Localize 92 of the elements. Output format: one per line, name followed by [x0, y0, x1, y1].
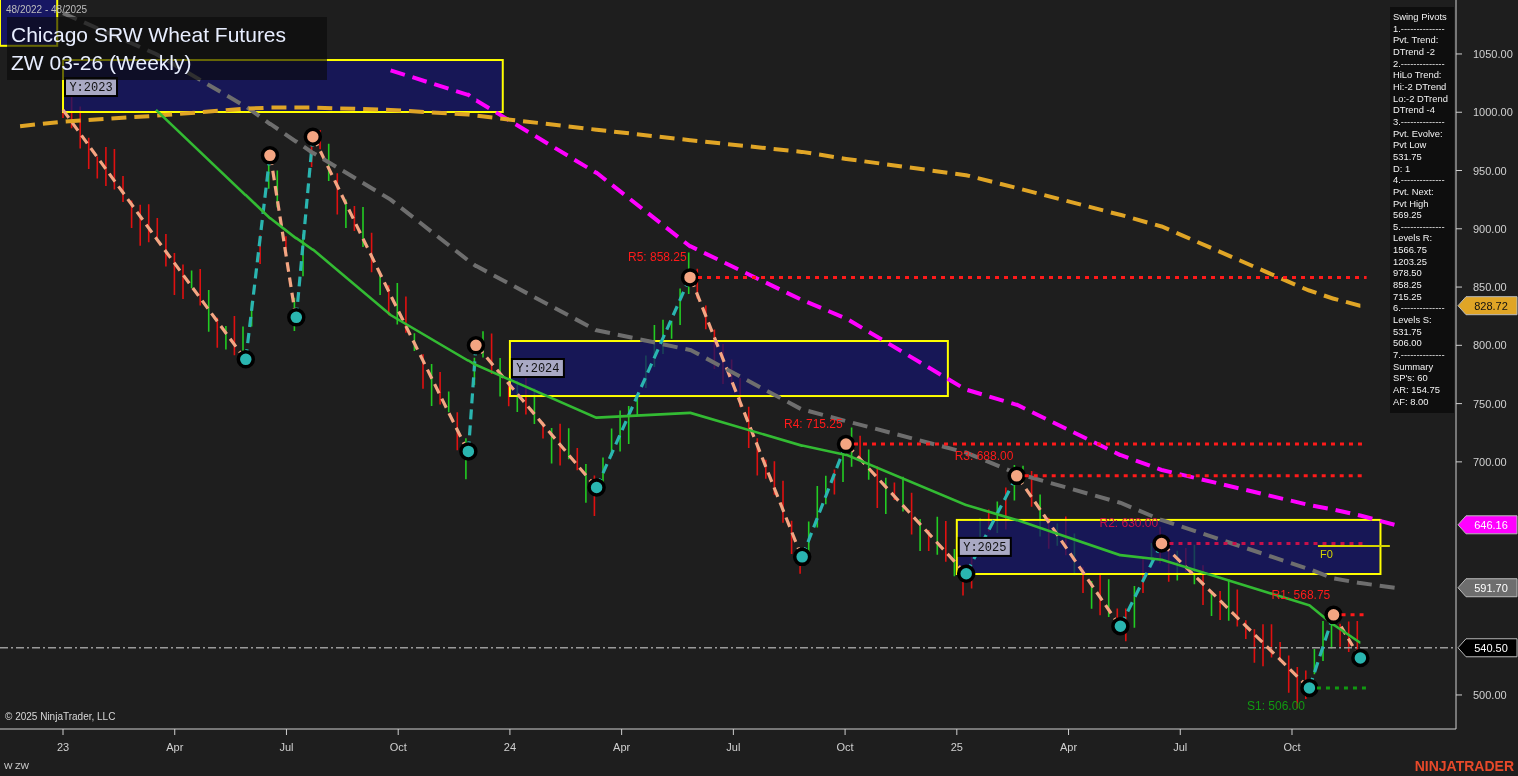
pivot-marker [1351, 648, 1370, 668]
pivot-info-line: Swing Pivots [1393, 11, 1448, 23]
pivot-info-line: Pvt High [1393, 197, 1430, 210]
copyright-text: © 2025 NinjaTrader, LLC [5, 711, 116, 722]
axis-label: Jul [726, 741, 741, 753]
pivot-marker [260, 146, 280, 165]
pivot-info-line: 506.00 [1393, 337, 1423, 350]
pivot-info-line: 6.-------------- [1393, 302, 1446, 315]
axis-label: Oct [1283, 741, 1301, 753]
axis-label: Apr [613, 741, 631, 753]
price-flag: 540.50 [1457, 638, 1518, 658]
pivot-marker [459, 442, 478, 461]
pivot-info-line: Pvt. Next: [1393, 185, 1435, 198]
pivot-marker [1152, 534, 1171, 553]
level-label: R3: 688.00 [954, 448, 1014, 463]
pivot-marker [792, 547, 812, 567]
pivot-marker [956, 564, 976, 583]
axis-label: Jul [279, 741, 294, 753]
pivot-marker [1300, 678, 1319, 698]
axis-label: 500.00 [1473, 688, 1507, 701]
chart-title: Chicago SRW Wheat Futures [11, 22, 288, 48]
pivot-marker [287, 308, 306, 327]
zone-label: Y:2024 [510, 358, 565, 378]
ref-line-label: 540.50 [1474, 642, 1508, 655]
axis-label: 750.00 [1473, 397, 1507, 410]
axis-label: Jul [1173, 741, 1188, 753]
pivot-info-line: 1.-------------- [1393, 22, 1446, 35]
pivot-info-line: 3.-------------- [1393, 115, 1446, 128]
axis-label: 800.00 [1473, 339, 1507, 352]
pivot-info-line: Levels R: [1393, 232, 1434, 245]
pivot-info-line: 1566.75 [1393, 244, 1428, 256]
axis-label: Apr [1060, 741, 1078, 753]
level-line [1341, 613, 1367, 617]
level-label: R2: 630.00 [1099, 516, 1159, 531]
zone-label: Y:2025 [957, 536, 1012, 557]
axis-label: 25 [950, 741, 963, 753]
pivot-info-line: 715.25 [1393, 290, 1423, 303]
pivot-info-line: 1203.25 [1393, 255, 1428, 268]
pivot-info-line: Hi:-2 DTrend [1393, 80, 1448, 93]
pivot-info-line: D: 1 [1393, 162, 1412, 175]
pivot-marker [836, 434, 856, 454]
axis-label: 900.00 [1473, 222, 1507, 235]
axis-label: 850.00 [1473, 281, 1507, 294]
pivot-info-line: 531.75 [1393, 325, 1423, 338]
pivot-info-line: Pvt. Evolve: [1393, 127, 1444, 140]
axis-label: Apr [166, 741, 184, 753]
pivot-info-line: Pvt. Trend: [1393, 34, 1440, 46]
ninjatrader-logo: NINJATRADER [1414, 758, 1514, 774]
pivot-info-line: Lo:-2 DTrend [1393, 92, 1449, 105]
pivot-info-line: AR: 154.75 [1393, 384, 1441, 396]
axis-label: Oct [389, 741, 407, 753]
axis-label: 700.00 [1473, 455, 1507, 468]
pivot-info-line: 5.-------------- [1393, 220, 1446, 233]
pivot-info-line: 531.75 [1393, 150, 1423, 163]
pivot-info-line: Pvt Low [1393, 139, 1428, 151]
pivot-marker [236, 350, 256, 369]
pivot-info-line: AF: 8.00 [1393, 395, 1430, 408]
pivot-info-line: DTrend -4 [1393, 104, 1436, 116]
pivot-marker [1007, 466, 1026, 486]
axis-label: 23 [56, 741, 70, 753]
chart-subtitle: ZW 03-26 (Weekly) [11, 50, 193, 76]
pivot-marker [1324, 605, 1343, 625]
pivot-marker [587, 478, 606, 497]
pivot-marker [466, 336, 486, 355]
zone-label: Y:2023 [64, 77, 118, 97]
pivot-info-line: 7.-------------- [1393, 349, 1446, 361]
price-flag: 646.16 [1457, 515, 1518, 535]
level-label: R5: 858.25 [628, 250, 687, 265]
pivot-info-line: 569.25 [1393, 209, 1423, 221]
axis-label: 1000.00 [1473, 106, 1513, 119]
pivot-info-line: 978.50 [1393, 267, 1423, 280]
axis-label: 950.00 [1473, 164, 1507, 177]
pivot-info-line: 858.25 [1393, 279, 1423, 291]
pivot-marker [1111, 616, 1130, 636]
pivot-info-line: DTrend -2 [1393, 45, 1436, 58]
level-label: S1: 506.00 [1246, 699, 1306, 713]
level-line [1316, 686, 1367, 690]
price-flag: 591.70 [1457, 578, 1518, 598]
pivot-info-line: Levels S: [1393, 314, 1433, 326]
pivot-info-line: SP's: 60 [1393, 372, 1429, 384]
pivot-info-line: 4.-------------- [1393, 174, 1446, 186]
pivot-marker [680, 268, 700, 287]
axis-label: 1050.00 [1473, 47, 1513, 60]
axis-label: Oct [836, 741, 854, 753]
pivot-info-line: 2.-------------- [1393, 57, 1446, 70]
pivot-info-line: Summary [1393, 360, 1435, 373]
pivot-info-line: HiLo Trend: [1393, 69, 1443, 81]
price-flag: 828.72 [1457, 296, 1518, 316]
axis-label: 24 [503, 741, 517, 753]
pivot-marker [303, 127, 323, 146]
instrument-label: W ZW [4, 761, 29, 771]
level-label: R4: 715.25 [784, 417, 843, 432]
